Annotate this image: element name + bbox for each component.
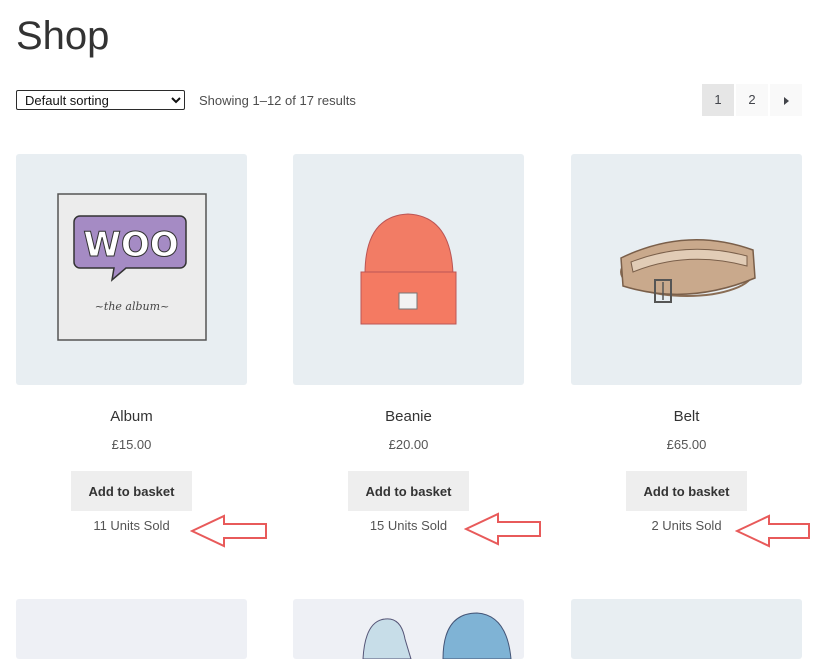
product-card-belt: Belt £65.00 Add to basket 2 Units Sold: [571, 154, 802, 533]
product-price: £65.00: [666, 437, 707, 452]
album-cover-illustration: WOO ~the album~: [57, 193, 207, 341]
hoodie-illustration: [362, 612, 512, 660]
product-image-album[interactable]: WOO ~the album~: [16, 154, 247, 385]
album-logo-text: WOO: [83, 225, 178, 265]
add-to-basket-button[interactable]: Add to basket: [71, 471, 192, 511]
album-caption-text: ~the album~: [95, 300, 170, 313]
product-image-row2-3[interactable]: [571, 599, 802, 659]
product-price: £20.00: [388, 437, 429, 452]
add-to-basket-button[interactable]: Add to basket: [626, 471, 747, 511]
sorting-select[interactable]: Default sorting: [16, 90, 185, 110]
beanie-illustration: [360, 213, 457, 325]
shop-toolbar: Default sorting Showing 1–12 of 17 resul…: [16, 84, 802, 117]
chevron-right-icon: [783, 96, 789, 105]
product-title[interactable]: Beanie: [293, 408, 524, 425]
result-count: Showing 1–12 of 17 results: [199, 93, 356, 108]
annotation-arrow-icon: [464, 512, 541, 546]
pagination: 1 2: [700, 84, 802, 116]
belt-illustration: [620, 238, 756, 303]
product-card-album: WOO ~the album~ Album £15.00 Add to bask…: [16, 154, 247, 533]
page-title: Shop: [16, 14, 110, 58]
next-page-button[interactable]: [770, 84, 802, 116]
annotation-arrow-icon: [190, 514, 267, 548]
page-link-1[interactable]: 1: [702, 84, 734, 116]
add-to-basket-button[interactable]: Add to basket: [348, 471, 469, 511]
product-image-beanie[interactable]: [293, 154, 524, 385]
annotation-arrow-icon: [735, 514, 810, 548]
product-image-belt[interactable]: [571, 154, 802, 385]
product-title[interactable]: Album: [16, 408, 247, 425]
product-card-beanie: Beanie £20.00 Add to basket 15 Units Sol…: [293, 154, 524, 533]
product-image-row2-2[interactable]: [293, 599, 524, 660]
product-title[interactable]: Belt: [571, 408, 802, 425]
page-link-2[interactable]: 2: [736, 84, 768, 116]
product-price: £15.00: [111, 437, 152, 452]
product-image-row2-1[interactable]: [16, 599, 247, 659]
